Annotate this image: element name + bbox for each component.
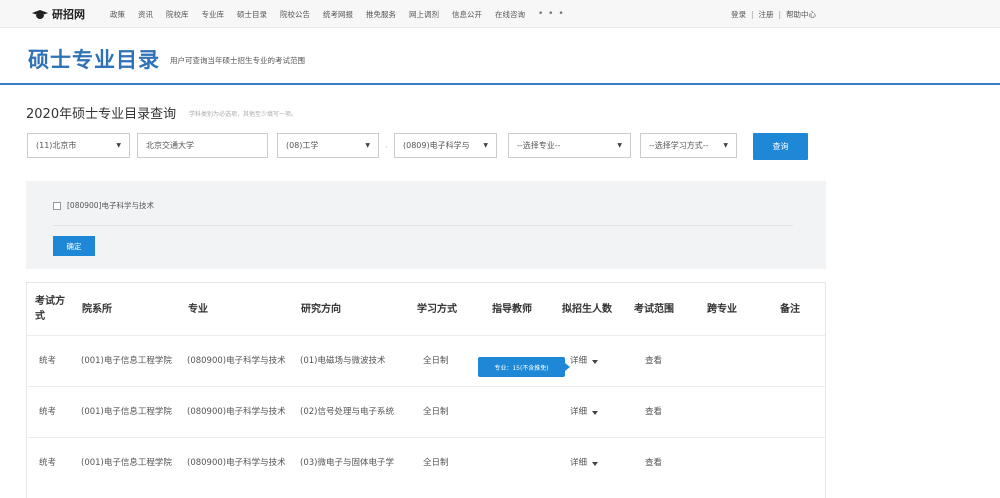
study-mode-cell: 全日制 bbox=[423, 356, 449, 366]
help-center-link[interactable]: 帮助中心 bbox=[786, 9, 816, 20]
major-checkbox[interactable] bbox=[53, 201, 61, 210]
column-header-notes: 备注 bbox=[780, 303, 800, 315]
caret-down-icon: ▼ bbox=[617, 142, 622, 149]
exam-type-cell: 统考 bbox=[39, 458, 57, 468]
caret-down-icon bbox=[592, 461, 599, 466]
column-header-study-mode: 学习方式 bbox=[417, 303, 457, 315]
nav-item-schools[interactable]: 院校库 bbox=[166, 9, 189, 20]
major-select[interactable]: --选择专业-- ▼ bbox=[508, 133, 631, 158]
study-mode-value: --选择学习方式-- bbox=[649, 141, 709, 150]
nav-item-catalog[interactable]: 硕士目录 bbox=[237, 9, 267, 20]
page-subtitle: 用户可查询当年硕士招生专业的考试范围 bbox=[170, 56, 305, 65]
main-nav: 政策 资讯 院校库 专业库 硕士目录 院校公告 统考网报 推免服务 网上调剂 信… bbox=[110, 0, 565, 28]
results-table: 考试方 式 院系所 专业 研究方向 学习方式 指导教师 拟招生人数 考试范围 跨… bbox=[26, 282, 826, 498]
query-title: 2020年硕士专业目录查询 bbox=[26, 107, 177, 122]
column-header-cross-major: 跨专业 bbox=[707, 303, 737, 315]
quota-detail-toggle[interactable]: 详细 bbox=[570, 387, 620, 438]
study-mode-cell: 全日制 bbox=[423, 407, 449, 417]
register-link[interactable]: 注册 bbox=[759, 9, 774, 20]
caret-down-icon: ▼ bbox=[116, 142, 121, 149]
top-navigation-bar: 研招网 政策 资讯 院校库 专业库 硕士目录 院校公告 统考网报 推免服务 网上… bbox=[0, 0, 1000, 28]
table-row: 统考 (001)电子信息工程学院 (080900)电子科学与技术 (02)信号处… bbox=[27, 386, 825, 437]
major-cell: (080900)电子科学与技术 bbox=[187, 458, 286, 468]
exam-scope-view-link[interactable]: 查看 bbox=[645, 387, 685, 438]
department-cell: (001)电子信息工程学院 bbox=[81, 407, 172, 417]
category-select[interactable]: (08)工学 ▼ bbox=[277, 133, 379, 158]
nav-item-disclosure[interactable]: 信息公开 bbox=[452, 9, 482, 20]
nav-item-adjustment[interactable]: 网上调剂 bbox=[409, 9, 439, 20]
province-value: (11)北京市 bbox=[36, 141, 77, 150]
major-checkbox-row[interactable]: [080900]电子科学与技术 bbox=[53, 200, 154, 211]
discipline-value: (0809)电子科学与 bbox=[403, 141, 470, 150]
logo-text: 研招网 bbox=[52, 8, 85, 21]
field-separator: · bbox=[385, 143, 388, 152]
department-cell: (001)电子信息工程学院 bbox=[81, 458, 172, 468]
school-input[interactable]: 北京交通大学 bbox=[137, 133, 268, 158]
quota-detail-label: 详细 bbox=[570, 458, 588, 468]
column-header-quota: 拟招生人数 bbox=[562, 303, 612, 315]
caret-down-icon bbox=[592, 410, 599, 415]
caret-down-icon bbox=[592, 359, 599, 364]
study-mode-cell: 全日制 bbox=[423, 458, 449, 468]
department-cell: (001)电子信息工程学院 bbox=[81, 356, 172, 366]
query-hint: 学科类别为必选项，其他至少填写一项。 bbox=[189, 111, 298, 118]
nav-item-announcements[interactable]: 院校公告 bbox=[280, 9, 310, 20]
table-row: 统考 (001)电子信息工程学院 (080900)电子科学与技术 (03)微电子… bbox=[27, 437, 825, 488]
category-value: (08)工学 bbox=[286, 141, 319, 150]
caret-down-icon: ▼ bbox=[723, 142, 728, 149]
major-filter-panel: [080900]电子科学与技术 确定 bbox=[26, 181, 826, 269]
exam-type-cell: 统考 bbox=[39, 356, 57, 366]
quota-detail-toggle[interactable]: 详细 bbox=[570, 336, 620, 387]
quota-detail-label: 详细 bbox=[570, 407, 588, 417]
column-header-advisor: 指导教师 bbox=[492, 303, 532, 315]
quota-tooltip: 专业：15(不含推免) bbox=[478, 357, 570, 377]
quota-detail-label: 详细 bbox=[570, 356, 588, 366]
direction-cell: (03)微电子与固体电子学 bbox=[300, 458, 394, 468]
major-value: --选择专业-- bbox=[517, 141, 561, 150]
user-links: 登录 | 注册 | 帮助中心 bbox=[731, 0, 816, 28]
discipline-select[interactable]: (0809)电子科学与 ▼ bbox=[394, 133, 497, 158]
separator: | bbox=[778, 9, 782, 19]
nav-item-consult[interactable]: 在线咨询 bbox=[495, 9, 525, 20]
nav-item-majors[interactable]: 专业库 bbox=[202, 9, 225, 20]
column-header-major: 专业 bbox=[188, 303, 208, 315]
table-row: 统考 (001)电子信息工程学院 (080900)电子科学与技术 (01)电磁场… bbox=[27, 335, 825, 386]
separator: | bbox=[751, 9, 754, 19]
direction-cell: (02)信号处理与电子系统 bbox=[300, 407, 394, 417]
column-header-exam: 考试方 式 bbox=[35, 296, 65, 322]
exam-type-cell: 统考 bbox=[39, 407, 57, 417]
major-checkbox-label: [080900]电子科学与技术 bbox=[67, 201, 154, 210]
search-button[interactable]: 查询 bbox=[753, 133, 808, 160]
column-header-department: 院系所 bbox=[82, 303, 112, 315]
page-header: 硕士专业目录 用户可查询当年硕士招生专业的考试范围 bbox=[0, 28, 1000, 85]
major-cell: (080900)电子科学与技术 bbox=[187, 356, 286, 366]
major-cell: (080900)电子科学与技术 bbox=[187, 407, 286, 417]
page-title: 硕士专业目录 bbox=[28, 48, 160, 72]
column-header-direction: 研究方向 bbox=[301, 303, 341, 315]
caret-down-icon: ▼ bbox=[365, 142, 370, 149]
study-mode-select[interactable]: --选择学习方式-- ▼ bbox=[640, 133, 737, 158]
site-logo[interactable]: 研招网 bbox=[32, 6, 85, 22]
graduation-cap-icon bbox=[32, 8, 48, 20]
login-link[interactable]: 登录 bbox=[731, 9, 746, 20]
province-select[interactable]: (11)北京市 ▼ bbox=[27, 133, 130, 158]
divider bbox=[53, 225, 793, 226]
direction-cell: (01)电磁场与微波技术 bbox=[300, 356, 386, 366]
caret-down-icon: ▼ bbox=[483, 142, 488, 149]
nav-item-registration[interactable]: 统考网报 bbox=[323, 9, 353, 20]
nav-item-recommendation[interactable]: 推免服务 bbox=[366, 9, 396, 20]
nav-item-news[interactable]: 资讯 bbox=[138, 9, 153, 20]
quota-detail-toggle[interactable]: 详细 bbox=[570, 438, 620, 489]
exam-scope-view-link[interactable]: 查看 bbox=[645, 336, 685, 387]
exam-scope-view-link[interactable]: 查看 bbox=[645, 438, 685, 489]
more-menu-icon[interactable]: • • • bbox=[538, 9, 565, 19]
nav-item-policy[interactable]: 政策 bbox=[110, 9, 125, 20]
confirm-button[interactable]: 确定 bbox=[53, 236, 95, 256]
school-value: 北京交通大学 bbox=[146, 141, 194, 150]
column-header-exam-scope: 考试范围 bbox=[634, 303, 674, 315]
